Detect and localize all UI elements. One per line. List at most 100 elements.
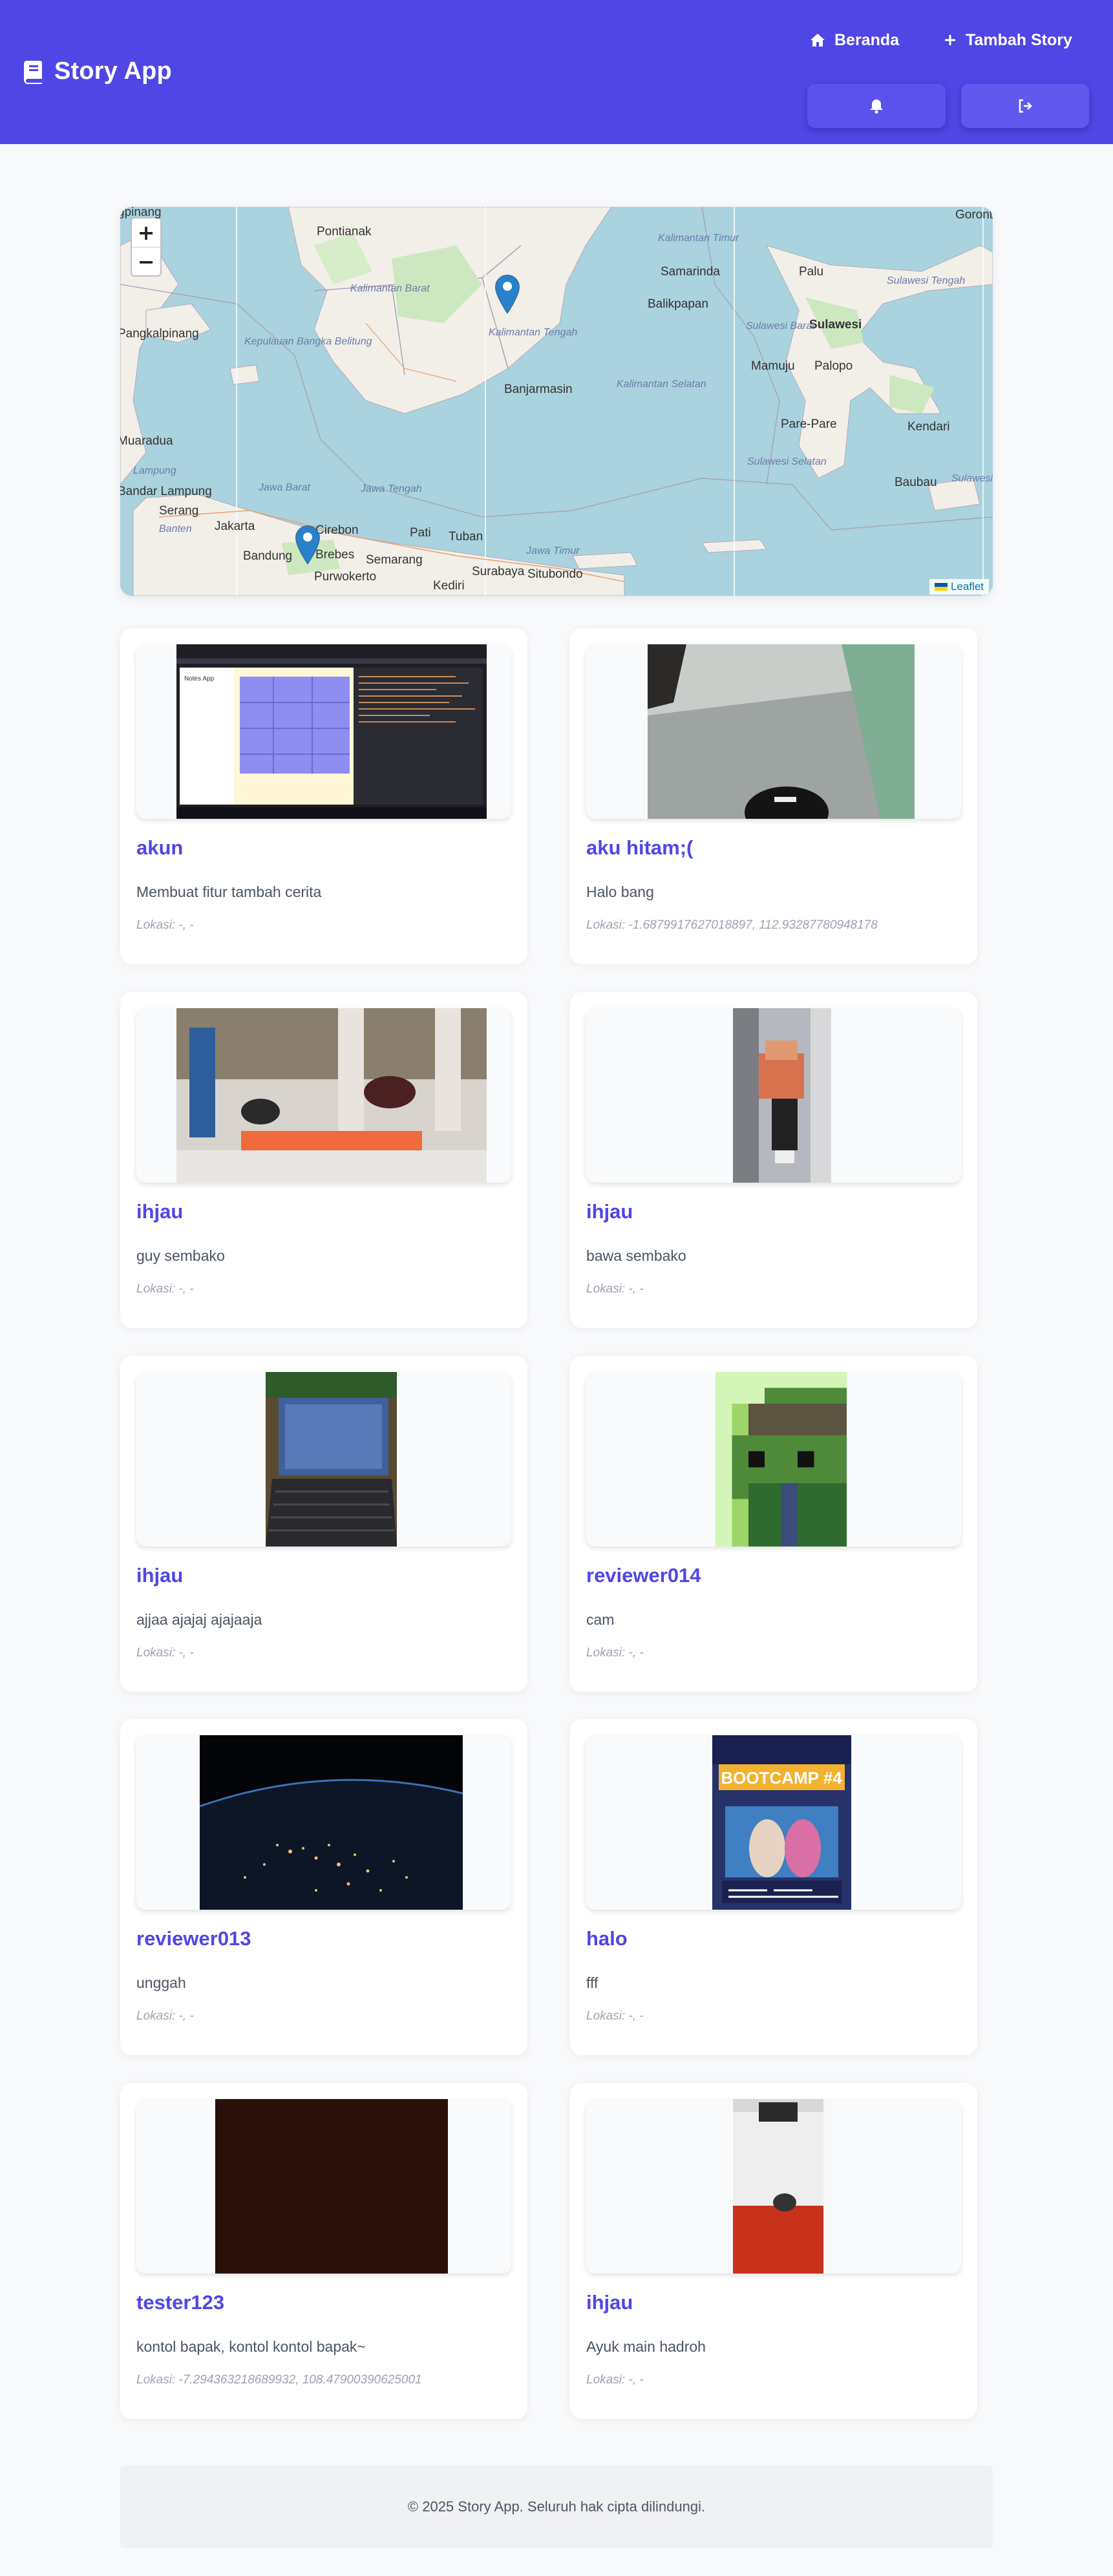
story-card[interactable]: ihjau Ayuk main hadroh Lokasi: -, - <box>570 2083 977 2419</box>
logout-button[interactable] <box>961 84 1089 128</box>
story-location: Lokasi: -1.6879917627018897, 112.9328778… <box>586 918 878 932</box>
map-label: Palopo <box>814 359 853 373</box>
story-image <box>136 1372 511 1547</box>
map-label: Sulawesi Tengah <box>887 275 966 286</box>
story-card[interactable]: Notes App akun Membuat fitur tambah ceri… <box>120 628 527 964</box>
map-label: Banten <box>159 523 192 534</box>
story-image <box>586 1372 961 1547</box>
notes-app-text: Notes App <box>184 675 215 682</box>
story-card[interactable]: tester123 kontol bapak, kontol kontol ba… <box>120 2083 527 2419</box>
plus-icon <box>945 35 955 45</box>
story-description: ajjaa ajajaj ajajaaja <box>136 1611 262 1628</box>
bell-icon <box>870 100 883 114</box>
map-label: Kendari <box>907 420 950 434</box>
map-label: Surabaya <box>472 565 525 578</box>
map-attribution[interactable]: Leaflet <box>929 579 989 595</box>
page-footer: © 2025 Story App. Seluruh hak cipta dili… <box>120 2465 993 2548</box>
map-label: Jawa Barat <box>259 482 311 493</box>
zoom-out-button[interactable]: − <box>132 247 160 275</box>
map-label: Kalimantan Barat <box>350 283 430 294</box>
map-label: Sulawesi Tenggara <box>951 473 993 484</box>
attribution-label: Leaflet <box>950 580 984 593</box>
map-tiles <box>120 207 993 596</box>
story-image <box>136 1735 511 1910</box>
map-label: Jawa Tengah <box>361 483 422 494</box>
map-marker-icon[interactable] <box>295 525 321 565</box>
map-label: Sulawesi <box>809 318 862 332</box>
map-label: Kalimantan Timur <box>658 233 739 244</box>
story-author: akun <box>136 836 184 859</box>
story-location: Lokasi: -, - <box>136 2009 194 2023</box>
map-label: gpinang <box>120 207 162 219</box>
story-photo <box>648 644 915 819</box>
story-photo <box>176 1008 487 1183</box>
map-label: Pontianak <box>317 225 372 238</box>
story-card[interactable]: ihjau ajjaa ajajaj ajajaaja Lokasi: -, - <box>120 1356 527 1692</box>
story-description: kontol bapak, kontol kontol bapak~ <box>136 2338 366 2355</box>
story-author: halo <box>586 1927 628 1950</box>
nav-tambah-story-label: Tambah Story <box>966 30 1072 49</box>
home-icon <box>811 34 825 47</box>
nav-tambah-story-link[interactable]: Tambah Story <box>944 27 1072 53</box>
story-location: Lokasi: -, - <box>136 918 194 932</box>
story-card[interactable]: aku hitam;( Halo bang Lokasi: -1.6879917… <box>570 628 977 964</box>
story-card[interactable]: ihjau guy sembako Lokasi: -, - <box>120 992 527 1328</box>
story-image <box>586 644 961 819</box>
story-card[interactable]: reviewer013 unggah Lokasi: -, - <box>120 1719 527 2055</box>
story-description: Halo bang <box>586 883 654 900</box>
notification-button[interactable] <box>807 84 946 128</box>
story-photo <box>200 1735 463 1910</box>
story-image <box>586 1008 961 1183</box>
story-location: Lokasi: -, - <box>586 1646 644 1660</box>
map-label: Samarinda <box>661 265 720 279</box>
zoom-control: + − <box>131 217 162 277</box>
map-label: Lampung <box>133 465 176 476</box>
story-location: Lokasi: -7.294363218689932, 108.47900390… <box>136 2373 422 2387</box>
logout-icon <box>1019 99 1032 113</box>
story-photo <box>733 1008 831 1183</box>
map-label: Serang <box>159 504 199 518</box>
story-photo: Notes App <box>176 644 487 819</box>
map-label: Gorontalo <box>955 208 993 222</box>
story-description: bawa sembako <box>586 1247 686 1264</box>
story-image <box>136 1008 511 1183</box>
story-author: ihjau <box>586 1200 633 1223</box>
map-label: Brebes <box>315 548 355 562</box>
story-location: Lokasi: -, - <box>136 1282 194 1296</box>
story-author: reviewer014 <box>586 1564 701 1587</box>
brand[interactable]: Story App <box>23 58 172 85</box>
nav-beranda-link[interactable]: Beranda <box>810 27 899 53</box>
story-map[interactable]: + − gpinang Pontianak Samarinda Balikpap… <box>120 207 993 596</box>
story-card[interactable]: BOOTCAMP #4 halo fff Lokasi: -, - <box>570 1719 977 2055</box>
story-photo: BOOTCAMP #4 <box>712 1735 851 1910</box>
map-label: Semarang <box>366 553 423 567</box>
app-title: Story App <box>54 58 172 85</box>
story-description: unggah <box>136 1974 186 1991</box>
story-author: ihjau <box>586 2291 633 2314</box>
map-label: Kalimantan Selatan <box>617 379 706 390</box>
story-location: Lokasi: -, - <box>586 2009 644 2023</box>
map-label: Kalimantan Tengah <box>489 327 578 338</box>
map-label: Purwokerto <box>314 570 377 584</box>
story-card[interactable]: reviewer014 cam Lokasi: -, - <box>570 1356 977 1692</box>
map-label: Palu <box>799 265 824 279</box>
story-description: guy sembako <box>136 1247 225 1264</box>
story-location: Lokasi: -, - <box>586 2373 644 2387</box>
zoom-in-button[interactable]: + <box>132 218 160 247</box>
map-label: Pare-Pare <box>781 417 837 431</box>
map-label: Sulawesi Selatan <box>747 456 827 467</box>
map-label: Muaradua <box>120 434 173 448</box>
story-photo <box>266 1372 397 1547</box>
map-label: Cirebon <box>315 523 359 537</box>
footer-copyright: © 2025 Story App. Seluruh hak cipta dili… <box>407 2498 706 2515</box>
map-label: Mamuju <box>751 359 795 373</box>
app-header: Story App Beranda Tambah Story <box>0 0 1113 144</box>
story-image <box>136 2099 511 2274</box>
map-label: Situbondo <box>527 567 583 581</box>
story-card[interactable]: ihjau bawa sembako Lokasi: -, - <box>570 992 977 1328</box>
map-label: Balikpapan <box>648 297 709 311</box>
map-marker-icon[interactable] <box>494 274 520 314</box>
poster-title-text: BOOTCAMP #4 <box>721 1768 842 1788</box>
story-author: reviewer013 <box>136 1927 251 1950</box>
story-author: aku hitam;( <box>586 836 694 859</box>
